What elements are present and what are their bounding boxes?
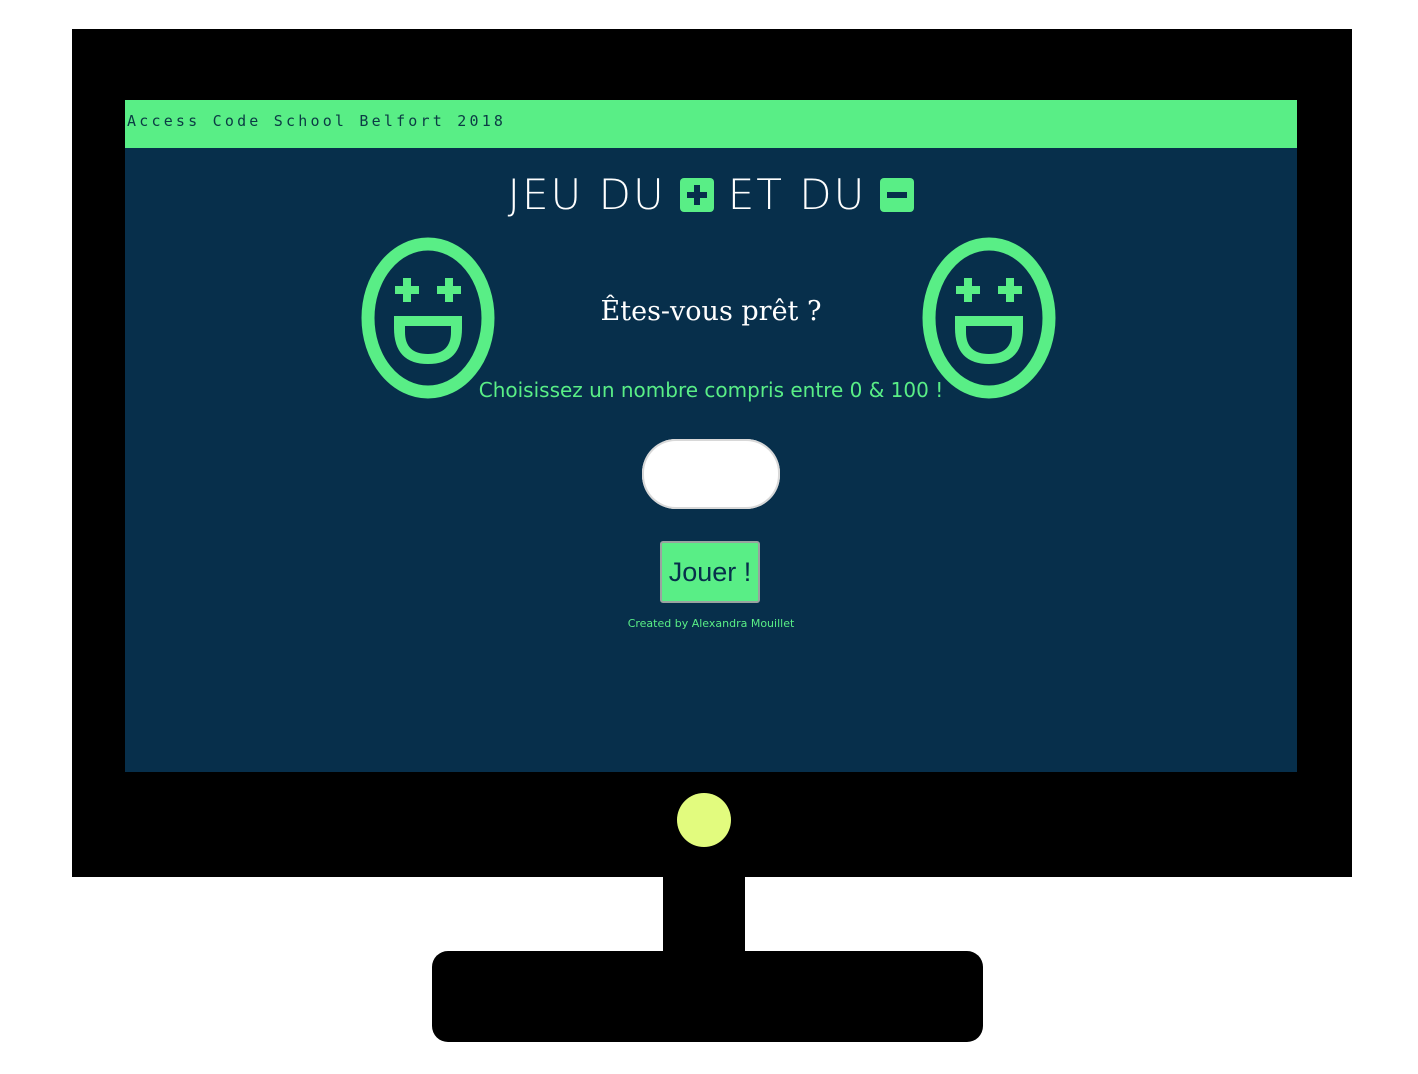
monitor-stand-base [432, 951, 983, 1042]
title-part1: JEU DU [507, 170, 666, 219]
instruction-text: Choisissez un nombre compris entre 0 & 1… [478, 378, 944, 402]
guess-input[interactable] [642, 439, 780, 509]
page-title: JEU DU ET DU [125, 170, 1297, 219]
title-part2: ET DU [727, 170, 867, 219]
play-button[interactable]: Jouer ! [660, 541, 760, 603]
power-led-icon [677, 793, 731, 847]
screen: Access Code School Belfort 2018 JEU DU E… [125, 100, 1297, 772]
credit-text: Created by Alexandra Mouillet [627, 617, 795, 630]
minus-square-icon [880, 177, 915, 212]
monitor-stand-neck [663, 876, 745, 956]
header-text: Access Code School Belfort 2018 [127, 112, 507, 130]
header-bar: Access Code School Belfort 2018 [125, 100, 1297, 148]
monitor-illustration: Access Code School Belfort 2018 JEU DU E… [0, 0, 1418, 1074]
plus-square-icon [679, 177, 714, 212]
ready-heading: Êtes-vous prêt ? [600, 296, 822, 327]
